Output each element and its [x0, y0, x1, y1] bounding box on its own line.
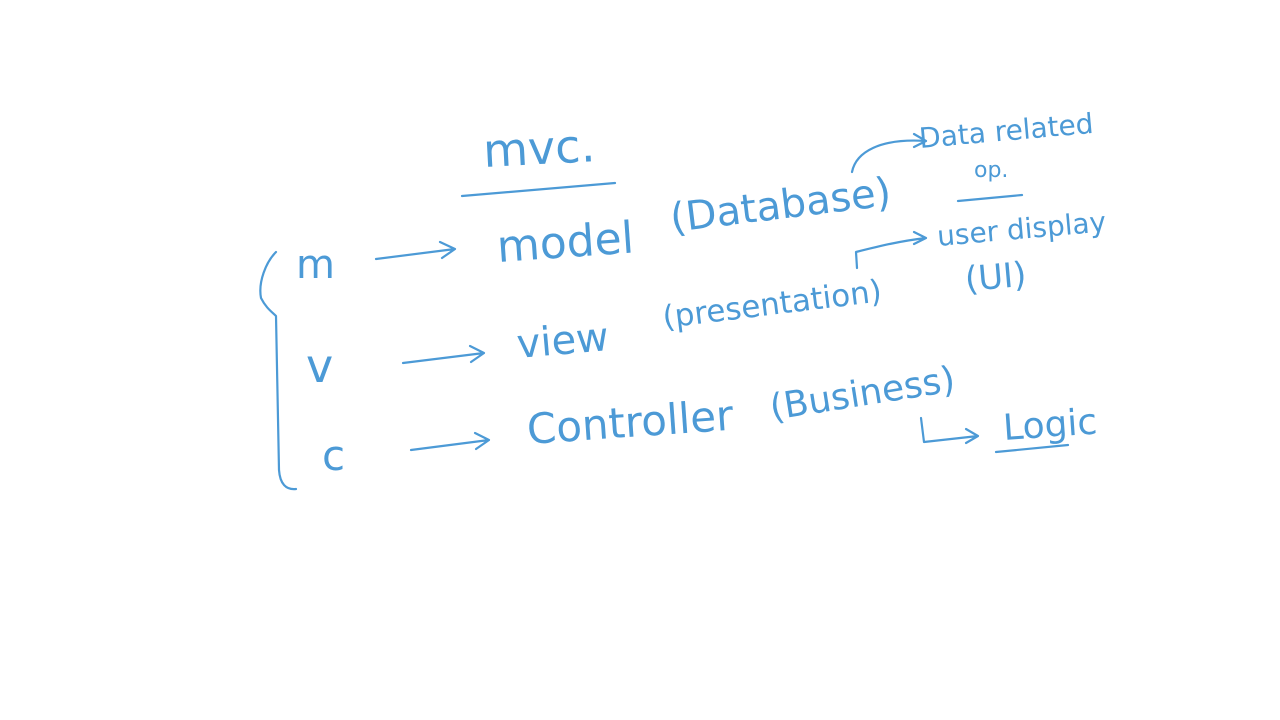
- model-detail-underline: [956, 193, 1024, 203]
- arrow-c-to-controller: [409, 431, 491, 452]
- row-word-controller: Controller: [525, 391, 735, 454]
- arrow-business-to-logic: [919, 416, 980, 445]
- whiteboard-canvas: mvc. m model (Database) Data related op.…: [0, 0, 1280, 720]
- arrow-v-to-view: [401, 344, 486, 365]
- left-brace: [259, 250, 298, 491]
- row-note-business: (Business): [767, 359, 958, 429]
- arrow-presentation-to-detail: [854, 230, 928, 270]
- controller-detail-logic: Logic: [1002, 402, 1099, 449]
- row-letter-m: m: [296, 242, 335, 288]
- row-word-view: view: [515, 314, 611, 368]
- heading-text: mvc.: [482, 118, 597, 178]
- row-word-model: model: [495, 213, 635, 273]
- model-detail-line1: Data related: [918, 107, 1095, 155]
- arrow-m-to-model: [374, 240, 457, 261]
- row-note-database: (Database): [668, 169, 894, 242]
- view-detail-line2: (UI): [963, 255, 1028, 300]
- arrow-database-to-detail: [850, 132, 928, 174]
- row-letter-v: v: [306, 339, 333, 393]
- handwriting-layer: mvc. m model (Database) Data related op.…: [259, 107, 1108, 491]
- view-detail-line1: user display: [936, 205, 1108, 253]
- row-letter-c: c: [322, 431, 345, 480]
- model-detail-line2: op.: [974, 158, 1008, 183]
- row-note-presentation: (presentation): [661, 273, 884, 336]
- heading-underline: [460, 181, 617, 198]
